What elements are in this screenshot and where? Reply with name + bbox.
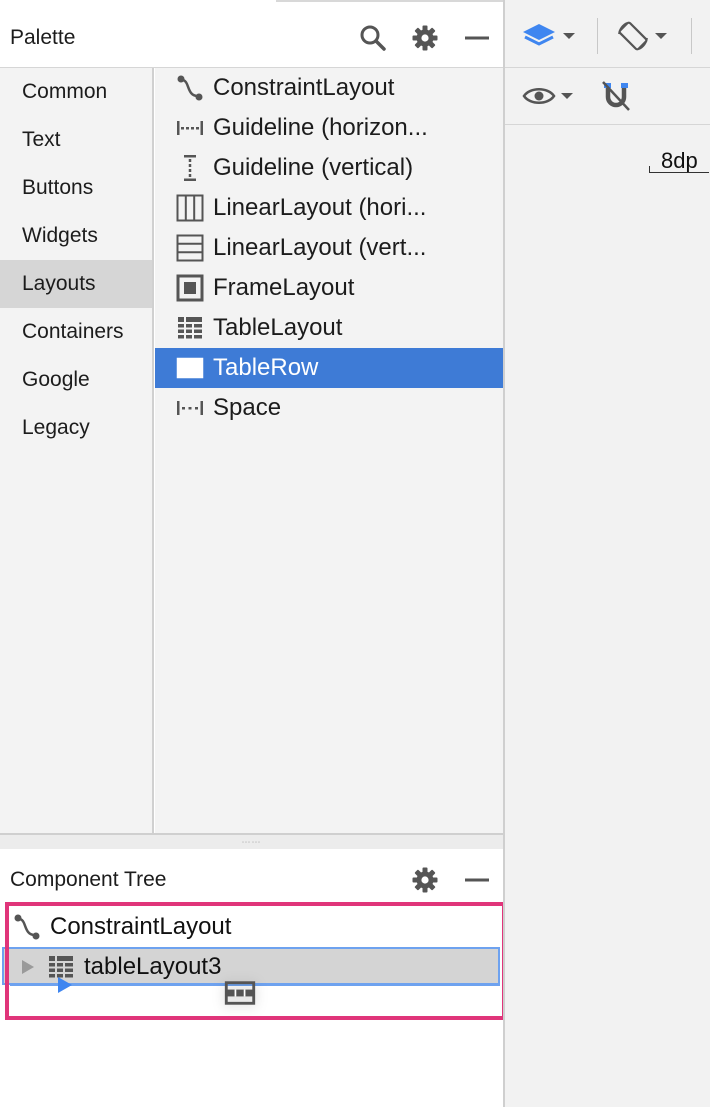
design-toolbar (505, 0, 710, 68)
category-label: Legacy (22, 416, 90, 439)
palette-item-label: Guideline (horizon... (213, 114, 428, 141)
palette-item-linearlayout-vertical[interactable]: LinearLayout (vert... (155, 228, 503, 268)
space-icon (175, 394, 205, 422)
category-label: Widgets (22, 224, 98, 247)
palette-item-guideline-vertical[interactable]: Guideline (vertical) (155, 148, 503, 188)
palette-item-tablelayout[interactable]: TableLayout (155, 308, 503, 348)
category-legacy[interactable]: Legacy (0, 404, 152, 452)
palette-item-label: LinearLayout (vert... (213, 234, 427, 261)
category-label: Text (22, 128, 61, 151)
palette-item-guideline-horizontal[interactable]: Guideline (horizon... (155, 108, 503, 148)
category-widgets[interactable]: Widgets (0, 212, 152, 260)
category-label: Containers (22, 320, 124, 343)
design-toolbar-secondary: 8dp (505, 68, 710, 173)
rotate-device-icon[interactable] (615, 18, 671, 54)
category-text[interactable]: Text (0, 116, 152, 164)
gear-icon[interactable] (408, 21, 442, 55)
divider (597, 18, 598, 54)
palette-item-space[interactable]: Space (155, 388, 503, 428)
palette-item-linearlayout-horizontal[interactable]: LinearLayout (hori... (155, 188, 503, 228)
category-buttons[interactable]: Buttons (0, 164, 152, 212)
drag-handle-icon: ⋯⋯ (241, 837, 262, 847)
gear-icon[interactable] (408, 863, 442, 897)
minimize-icon[interactable] (460, 21, 494, 55)
category-common[interactable]: Common (0, 68, 152, 116)
category-label: Google (22, 368, 90, 391)
search-icon[interactable] (356, 21, 390, 55)
palette-items: ConstraintLayout Guideline (horizon... G… (155, 68, 503, 835)
margin-indicator-line (649, 172, 709, 173)
linear-layout-horizontal-icon (175, 194, 205, 222)
layers-icon[interactable] (521, 18, 577, 54)
divider (691, 18, 692, 54)
palette-item-label: Guideline (vertical) (213, 154, 414, 181)
category-label: Layouts (22, 272, 96, 295)
palette-title: Palette (10, 26, 76, 49)
eye-icon[interactable] (521, 80, 577, 112)
palette-item-label: TableRow (213, 354, 319, 381)
category-label: Common (22, 80, 108, 103)
linear-layout-vertical-icon (175, 234, 205, 262)
palette-header: Palette (0, 0, 503, 68)
minimize-icon[interactable] (460, 863, 494, 897)
tree-highlight-box (5, 902, 506, 1020)
category-containers[interactable]: Containers (0, 308, 152, 356)
table-layout-icon (175, 314, 205, 342)
guideline-vertical-icon (175, 154, 205, 182)
magnet-icon[interactable] (599, 78, 633, 114)
component-tree-title: Component Tree (10, 868, 167, 891)
constraint-layout-icon (175, 74, 205, 102)
palette-item-label: LinearLayout (hori... (213, 194, 427, 221)
category-google[interactable]: Google (0, 356, 152, 404)
palette-item-label: ConstraintLayout (213, 74, 395, 101)
component-tree-panel: Component Tree ConstraintLayout tableLay… (0, 849, 506, 1107)
palette-item-framelayout[interactable]: FrameLayout (155, 268, 503, 308)
palette-item-label: FrameLayout (213, 274, 355, 301)
default-margin-value[interactable]: 8dp (661, 148, 698, 174)
palette-panel: Palette Common Text Buttons Widgets Layo… (0, 0, 503, 835)
palette-item-label: TableLayout (213, 314, 343, 341)
palette-item-constraintlayout[interactable]: ConstraintLayout (155, 68, 503, 108)
category-label: Buttons (22, 176, 94, 199)
table-row-icon (175, 354, 205, 382)
frame-layout-icon (175, 274, 205, 302)
design-panel: 8dp (503, 0, 710, 1107)
palette-item-tablerow[interactable]: TableRow (155, 348, 503, 388)
palette-categories: Common Text Buttons Widgets Layouts Cont… (0, 68, 154, 835)
palette-item-label: Space (213, 394, 282, 421)
guideline-horizontal-icon (175, 114, 205, 142)
category-layouts[interactable]: Layouts (0, 260, 152, 308)
panel-splitter[interactable]: ⋯⋯ (0, 835, 503, 849)
